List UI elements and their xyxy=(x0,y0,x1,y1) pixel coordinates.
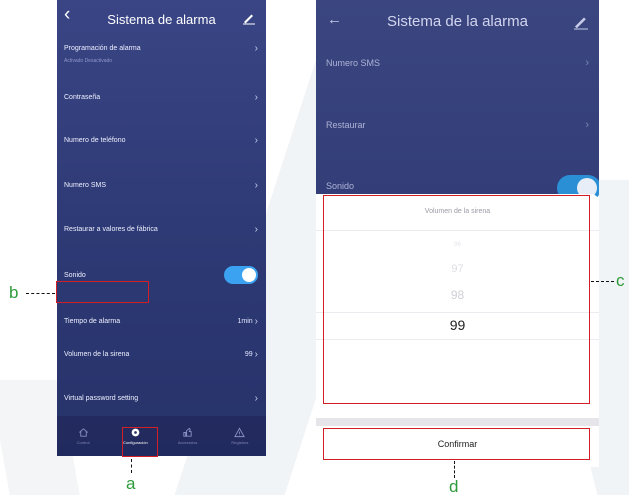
menu-item-contrasena[interactable]: Contraseña › xyxy=(57,86,266,108)
menu-item-label: Restaurar xyxy=(326,120,366,130)
back-arrow-icon[interactable]: ← xyxy=(327,12,342,27)
nav-tab-control[interactable]: Control xyxy=(61,427,106,445)
menu-item-sms[interactable]: Numero SMS › xyxy=(316,52,599,74)
nav-tab-registros[interactable]: Registros xyxy=(217,427,262,445)
menu-item-telefono[interactable]: Numero de teléfono › xyxy=(57,129,266,151)
highlight-box-c xyxy=(323,195,590,404)
highlight-box-d xyxy=(323,428,590,460)
callout-leader-d xyxy=(454,461,455,478)
chevron-right-icon: › xyxy=(585,57,589,69)
chevron-right-icon: › xyxy=(254,134,258,146)
toggle-knob xyxy=(242,268,256,282)
callout-leader-c xyxy=(591,281,614,282)
menu-item-label: Virtual password setting xyxy=(64,394,139,402)
callout-label-d: d xyxy=(449,477,459,495)
nav-tab-label: Accesorios xyxy=(177,440,198,445)
menu-item-virtual-password[interactable]: Virtual password setting › xyxy=(57,387,266,409)
home-icon xyxy=(78,428,88,437)
accessory-icon xyxy=(183,427,192,437)
menu-item-label: Sonido xyxy=(326,181,355,191)
menu-item-restaurar[interactable]: Restaurar › xyxy=(316,114,599,136)
menu-item-label: Programación de alarma xyxy=(64,44,141,52)
chevron-right-icon: › xyxy=(254,179,258,191)
warning-icon xyxy=(234,427,246,438)
chevron-right-icon: › xyxy=(254,392,258,404)
edit-pencil-icon[interactable] xyxy=(573,14,589,30)
menu-item-label: Contraseña xyxy=(64,93,101,101)
app-header: ‹ Sistema de alarma xyxy=(57,0,266,38)
menu-item-sublabel: Activado Desactivado xyxy=(64,58,113,64)
menu-item-sms[interactable]: Numero SMS › xyxy=(57,174,266,196)
nav-tab-label: Control xyxy=(76,440,90,445)
callout-label-c: c xyxy=(616,271,625,290)
chevron-right-icon: › xyxy=(254,223,258,235)
menu-item-label: Tiempo de alarma xyxy=(64,317,121,325)
chevron-right-icon: › xyxy=(254,91,258,103)
menu-item-label: Numero SMS xyxy=(326,58,381,68)
settings-background: ← Sistema de la alarma Numero SMS › Rest… xyxy=(316,0,599,194)
page-title: Sistema de alarma xyxy=(107,11,216,27)
callout-leader-a xyxy=(131,459,132,473)
chevron-right-icon: › xyxy=(254,348,258,360)
chevron-right-icon: › xyxy=(254,315,258,327)
nav-tab-label: Registros xyxy=(231,440,249,445)
edit-pencil-icon[interactable] xyxy=(242,11,256,25)
menu-item-label: Restaurar a valores de fábrica xyxy=(64,225,158,233)
chevron-right-icon: › xyxy=(254,42,258,54)
nav-tab-accesorios[interactable]: Accesorios xyxy=(165,427,210,445)
menu-item-label: Volumen de la sirena xyxy=(64,350,130,358)
highlight-box-b xyxy=(56,281,149,303)
chevron-right-icon: › xyxy=(585,119,589,131)
callout-label-b: b xyxy=(9,283,19,302)
bottom-nav: Control Configuración Accesorios Registr… xyxy=(57,416,266,456)
menu-item-tiempo-alarma[interactable]: Tiempo de alarma 1min › xyxy=(57,310,266,332)
divider xyxy=(316,418,599,426)
sound-toggle[interactable] xyxy=(224,266,258,284)
page-title: Sistema de la alarma xyxy=(387,12,528,30)
menu-item-volumen[interactable]: Volumen de la sirena 99 › xyxy=(57,343,266,365)
alarm-time-value: 1min xyxy=(237,317,253,325)
menu-item-label: Numero de teléfono xyxy=(64,136,126,144)
back-arrow-icon[interactable]: ‹ xyxy=(64,5,70,24)
menu-item-label: Sonido xyxy=(64,271,86,279)
menu-item-restaurar[interactable]: Restaurar a valores de fábrica › xyxy=(57,218,266,240)
callout-label-a: a xyxy=(126,474,136,493)
menu-item-programacion[interactable]: Programación de alarma › xyxy=(57,37,266,59)
menu-item-label: Numero SMS xyxy=(64,181,107,189)
callout-leader-b xyxy=(26,293,55,294)
siren-volume-value: 99 xyxy=(244,350,253,358)
highlight-box-a xyxy=(122,427,158,457)
left-phone-screen: ‹ Sistema de alarma Programación de alar… xyxy=(57,0,266,456)
app-header: ← Sistema de la alarma xyxy=(316,0,599,42)
